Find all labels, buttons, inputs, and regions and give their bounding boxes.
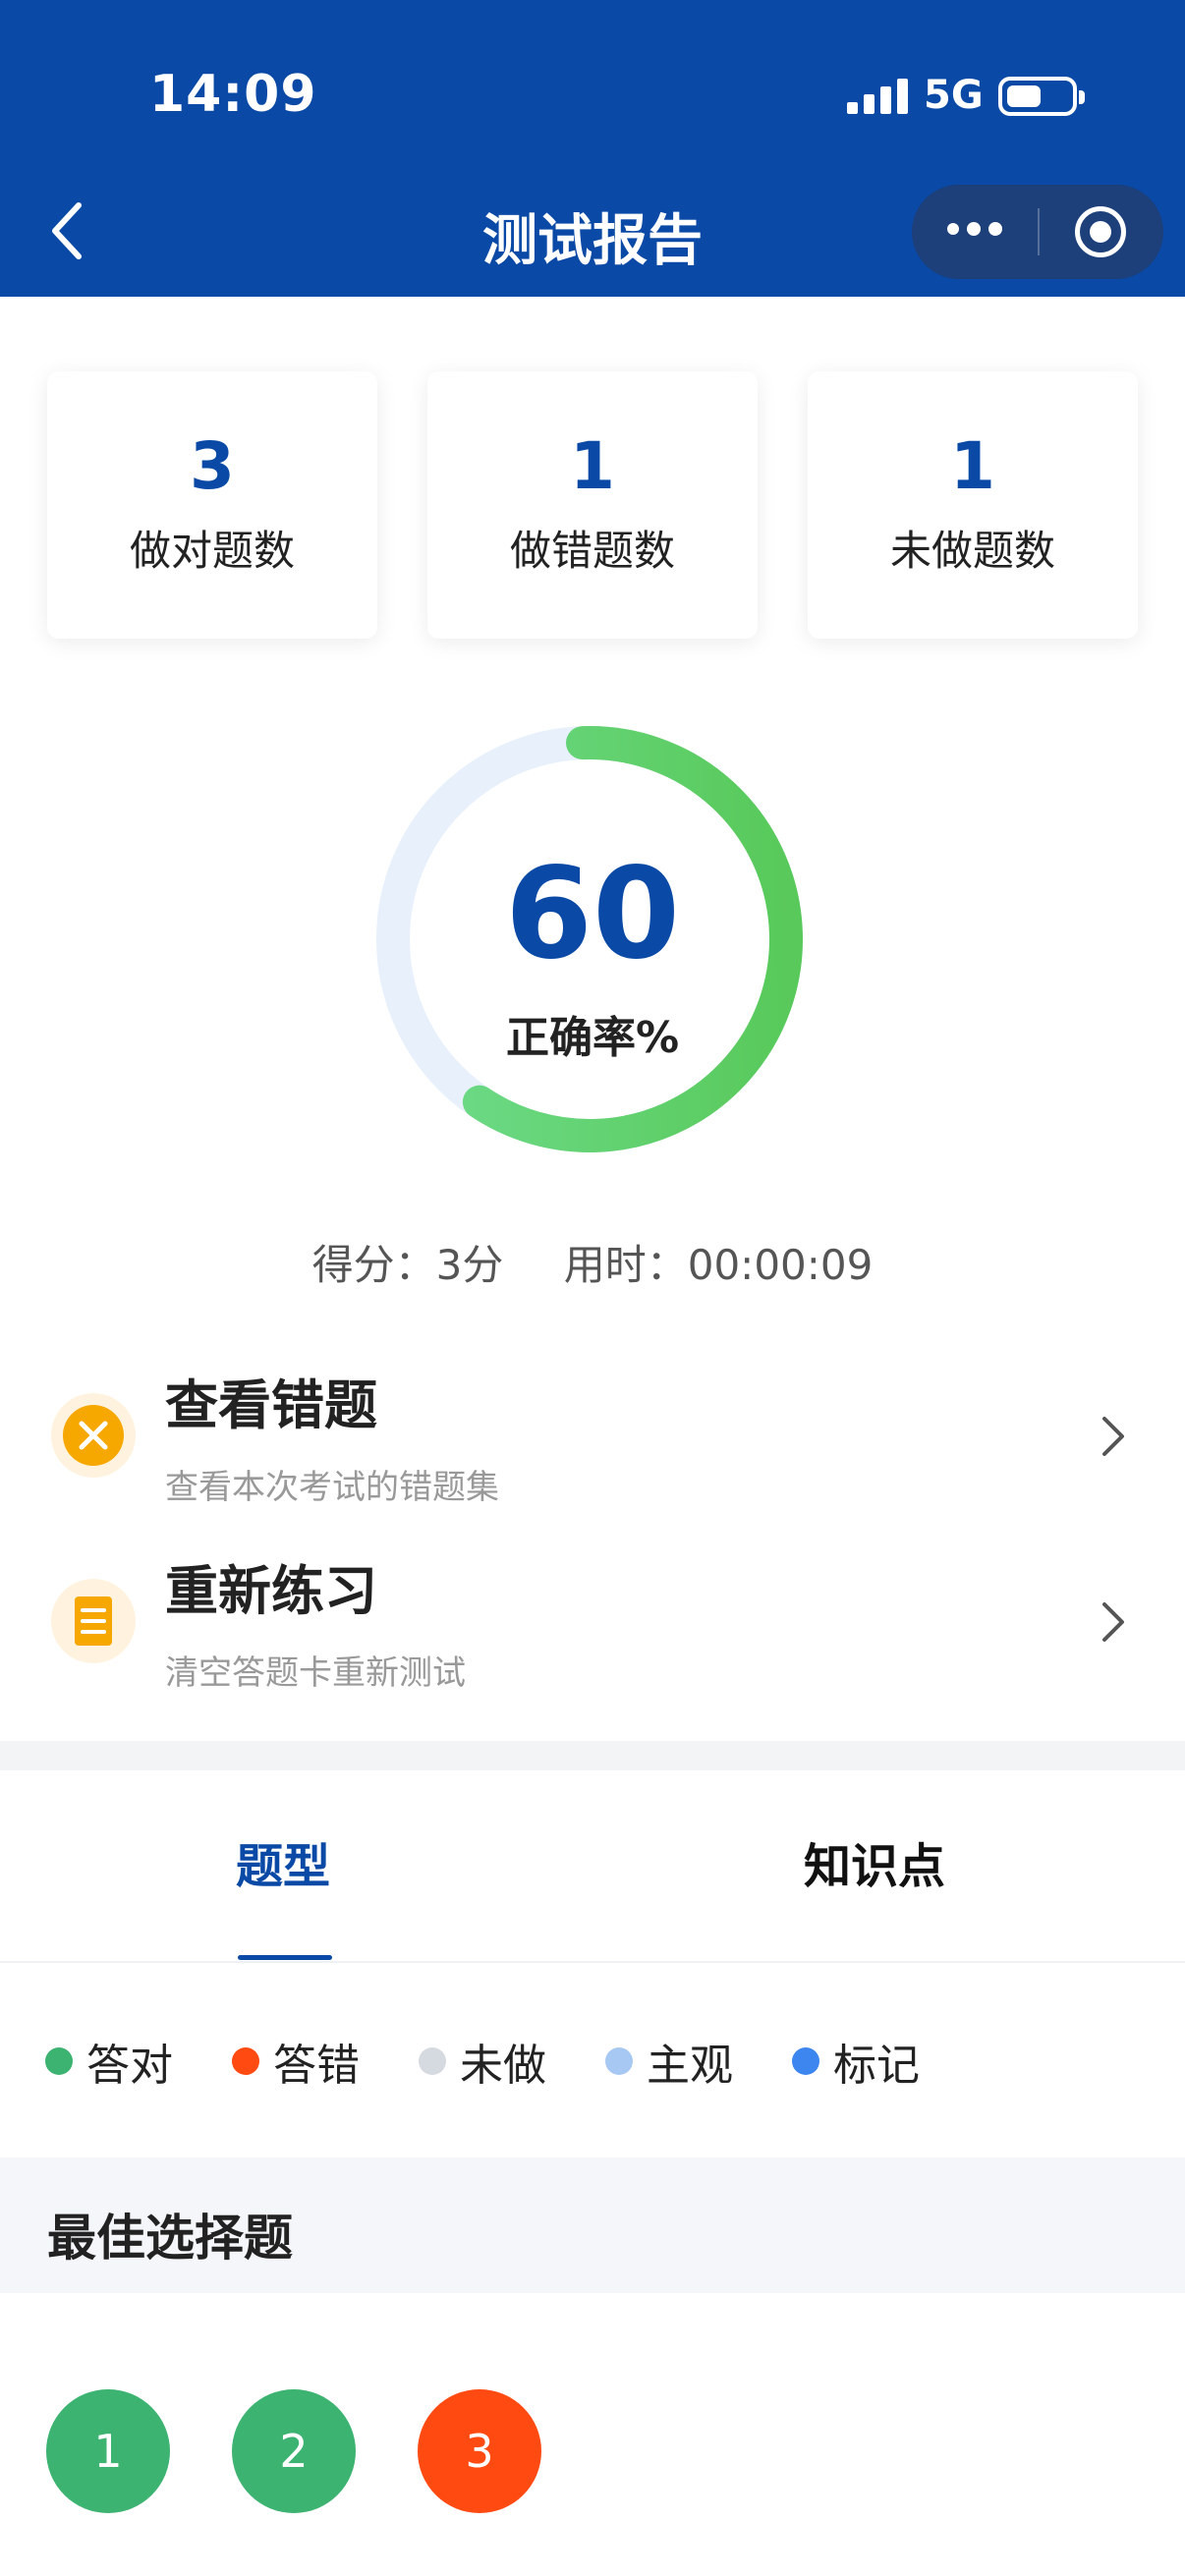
- action-subtitle: 查看本次考试的错题集: [165, 1468, 499, 1507]
- legend-dot: [605, 2047, 633, 2075]
- legend-correct: 答对: [45, 2030, 173, 2093]
- stat-value: 1: [570, 428, 615, 504]
- score-summary: 得分：3分 用时：00:00:09: [0, 1232, 1185, 1292]
- stat-value: 3: [190, 428, 235, 504]
- network-type: 5G: [924, 73, 984, 118]
- action-title: 重新练习: [165, 1560, 377, 1622]
- tab-knowledge-point[interactable]: 知识点: [804, 1827, 945, 1896]
- legend-dot: [232, 2047, 259, 2075]
- tab-question-type[interactable]: 题型: [236, 1827, 330, 1896]
- legend-wrong: 答错: [232, 2030, 360, 2093]
- accuracy-value: 60: [504, 841, 681, 987]
- legend-label: 主观: [647, 2041, 733, 2091]
- stat-value: 1: [950, 428, 995, 504]
- signal-icon: [847, 79, 908, 114]
- capsule-divider: [1038, 208, 1040, 255]
- stat-label: 未做题数: [889, 527, 1055, 575]
- mini-program-capsule: [912, 185, 1163, 279]
- question-button-1[interactable]: 1: [46, 2389, 170, 2513]
- legend-label: 答错: [273, 2041, 360, 2091]
- legend-dot: [419, 2047, 446, 2075]
- stat-card-wrong: 1 做错题数: [427, 371, 758, 639]
- status-legend: 答对 答错 未做 主观 标记: [45, 2030, 979, 2093]
- close-circle-icon: [51, 1393, 136, 1478]
- battery-icon: [998, 77, 1085, 116]
- action-subtitle: 清空答题卡重新测试: [165, 1653, 466, 1693]
- document-icon: [51, 1579, 136, 1663]
- stat-card-undone: 1 未做题数: [808, 371, 1138, 639]
- legend-dot: [792, 2047, 819, 2075]
- legend-marked: 标记: [792, 2030, 920, 2093]
- legend-dot: [45, 2047, 73, 2075]
- chevron-right-icon: [1102, 1602, 1124, 1642]
- section-title: 最佳选择题: [47, 2210, 293, 2267]
- tab-bar-border: [0, 1961, 1185, 1963]
- legend-label: 未做: [460, 2041, 546, 2091]
- section-divider: [0, 1741, 1185, 1770]
- legend-undone: 未做: [419, 2030, 546, 2093]
- action-title: 查看错题: [165, 1374, 377, 1436]
- accuracy-label: 正确率%: [505, 1013, 680, 1063]
- legend-subjective: 主观: [605, 2030, 733, 2093]
- target-icon[interactable]: [1075, 206, 1126, 257]
- question-button-3[interactable]: 3: [418, 2389, 541, 2513]
- stat-label: 做对题数: [129, 527, 295, 575]
- chevron-right-icon: [1102, 1417, 1124, 1456]
- view-wrong-questions-row[interactable]: 查看错题 查看本次考试的错题集: [0, 1350, 1185, 1523]
- stat-label: 做错题数: [509, 527, 675, 575]
- more-icon[interactable]: [947, 222, 1002, 236]
- legend-label: 答对: [86, 2041, 173, 2091]
- header: 14:09 5G 测试报告: [0, 0, 1185, 297]
- status-time: 14:09: [149, 65, 317, 124]
- practice-again-row[interactable]: 重新练习 清空答题卡重新测试: [0, 1536, 1185, 1708]
- stat-card-correct: 3 做对题数: [47, 371, 377, 639]
- active-tab-indicator: [238, 1955, 332, 1960]
- time-used-text: 用时：00:00:09: [563, 1241, 874, 1289]
- score-text: 得分：3分: [311, 1241, 504, 1289]
- question-button-2[interactable]: 2: [232, 2389, 356, 2513]
- legend-label: 标记: [833, 2041, 920, 2091]
